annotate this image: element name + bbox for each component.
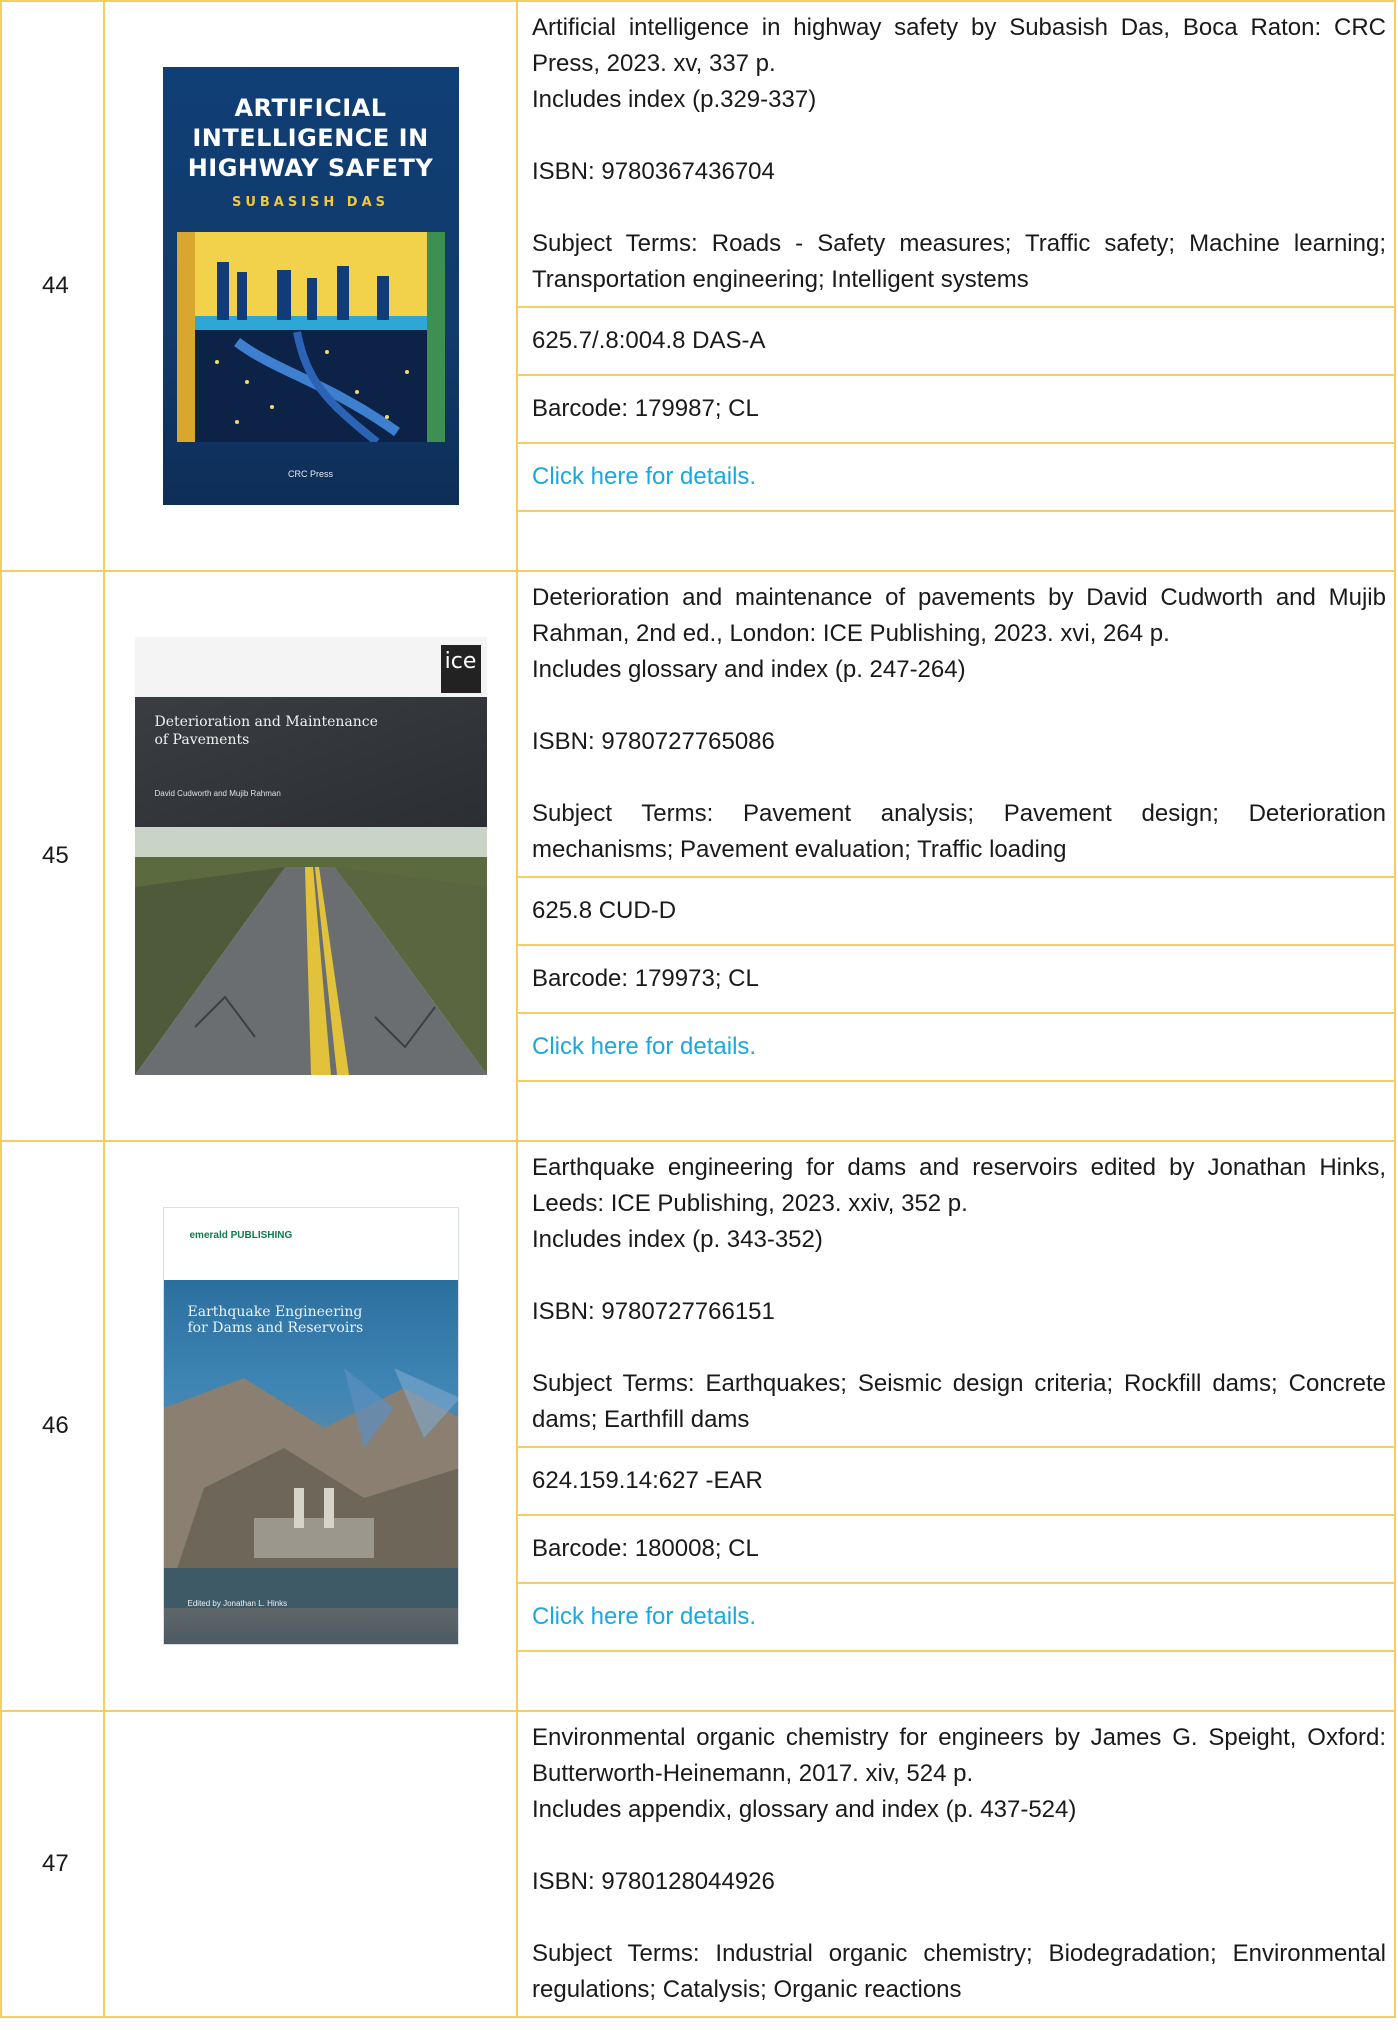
cover-title: Deterioration and Maintenance of Pavemen… [155,713,378,749]
entry-citation: Deterioration and maintenance of pavemen… [532,584,1386,647]
entry-citation-cell: Earthquake engineering for dams and rese… [516,1140,1396,1448]
cover-road-photo [134,827,487,1075]
cover-brand-logo: ice [440,645,481,693]
book-cover-cell: ARTIFICIAL INTELLIGENCE IN HIGHWAY SAFET… [103,0,518,572]
book-cover-cell: ice Deterioration and Maintenance of Pav… [103,570,518,1142]
cover-dam-photo [163,1368,458,1608]
entry-notes: Includes appendix, glossary and index (p… [532,1796,1077,1823]
cover-editor: Edited by Jonathan L. Hinks [187,1599,288,1608]
cover-title-line: HIGHWAY SAFETY [187,154,434,182]
entry-call-number: 625.7/.8:004.8 DAS-A [516,306,1396,376]
cover-publisher: CRC Press [287,469,333,479]
cover-artwork [176,232,445,442]
entry-isbn: ISBN: 9780727765086 [532,728,775,755]
entry-number: 45 [0,570,105,1142]
cover-title-line: INTELLIGENCE IN [192,124,429,152]
cover-title: ARTIFICIAL INTELLIGENCE IN HIGHWAY SAFET… [163,93,459,183]
entry-call-number: 624.159.14:627 -EAR [516,1446,1396,1516]
entry-call-number: 625.8 CUD-D [516,876,1396,946]
cover-title-line: Earthquake Engineering [187,1304,363,1320]
entry-subjects: Subject Terms: Industrial organic chemis… [532,1940,1386,2003]
entry-citation-cell: Artificial intelligence in highway safet… [516,0,1396,308]
entry-row: 47 Environmental organic chemistry for e… [0,1710,1396,2018]
cover-authors: David Cudworth and Mujib Rahman [154,789,281,798]
catalog-table: 44 ARTIFICIAL INTELLIGENCE IN HIGHWAY SA… [0,0,1396,2018]
entry-isbn: ISBN: 9780727766151 [532,1298,775,1325]
entry-citation-cell: Environmental organic chemistry for engi… [516,1710,1396,2018]
entry-barcode: Barcode: 179987; CL [516,374,1396,444]
details-link[interactable]: Click here for details. [516,1012,1396,1082]
entry-number: 46 [0,1140,105,1712]
cover-author: SUBASISH DAS [231,195,390,210]
entry-subjects: Subject Terms: Roads - Safety measures; … [532,230,1386,293]
entry-notes: Includes index (p. 343-352) [532,1226,823,1253]
entry-citation-cell: Deterioration and maintenance of pavemen… [516,570,1396,878]
entry-subjects: Subject Terms: Pavement analysis; Paveme… [532,800,1386,863]
entry-isbn: ISBN: 9780367436704 [532,158,775,185]
entry-barcode: Barcode: 180008; CL [516,1514,1396,1584]
details-link[interactable]: Click here for details. [516,442,1396,512]
cover-title-line: ARTIFICIAL [234,94,387,122]
book-cover-image: ARTIFICIAL INTELLIGENCE IN HIGHWAY SAFET… [162,67,459,505]
cover-header [163,1208,458,1280]
entry-number: 47 [0,1710,105,2018]
cover-title-line: Deterioration and Maintenance [154,714,378,730]
book-cover-cell: emerald PUBLISHING Earthquake Engineerin… [103,1140,518,1712]
cover-title: Earthquake Engineering for Dams and Rese… [188,1304,364,1336]
book-cover-cell [103,1710,518,2018]
details-link[interactable]: Click here for details. [516,1582,1396,1652]
entry-row: 45 ice Deterioration and Maintenance of … [0,570,1396,1142]
cover-brand-logo: emerald PUBLISHING [189,1230,293,1241]
book-cover-image: emerald PUBLISHING Earthquake Engineerin… [162,1207,459,1645]
entry-row: 46 emerald PUBLISHING Earthquake Enginee… [0,1140,1396,1712]
entry-citation: Environmental organic chemistry for engi… [532,1724,1386,1787]
entry-isbn: ISBN: 9780128044926 [532,1868,775,1895]
entry-notes: Includes glossary and index (p. 247-264) [532,656,966,683]
book-cover-image: ice Deterioration and Maintenance of Pav… [134,637,487,1075]
entry-citation: Artificial intelligence in highway safet… [532,14,1386,77]
entry-number: 44 [0,0,105,572]
entry-citation: Earthquake engineering for dams and rese… [532,1154,1386,1217]
entry-subjects: Subject Terms: Earthquakes; Seismic desi… [532,1370,1386,1433]
cover-title-line: of Pavements [154,732,250,748]
entry-notes: Includes index (p.329-337) [532,86,817,113]
entry-row: 44 ARTIFICIAL INTELLIGENCE IN HIGHWAY SA… [0,0,1396,572]
cover-title-line: for Dams and Reservoirs [187,1320,364,1336]
entry-barcode: Barcode: 179973; CL [516,944,1396,1014]
